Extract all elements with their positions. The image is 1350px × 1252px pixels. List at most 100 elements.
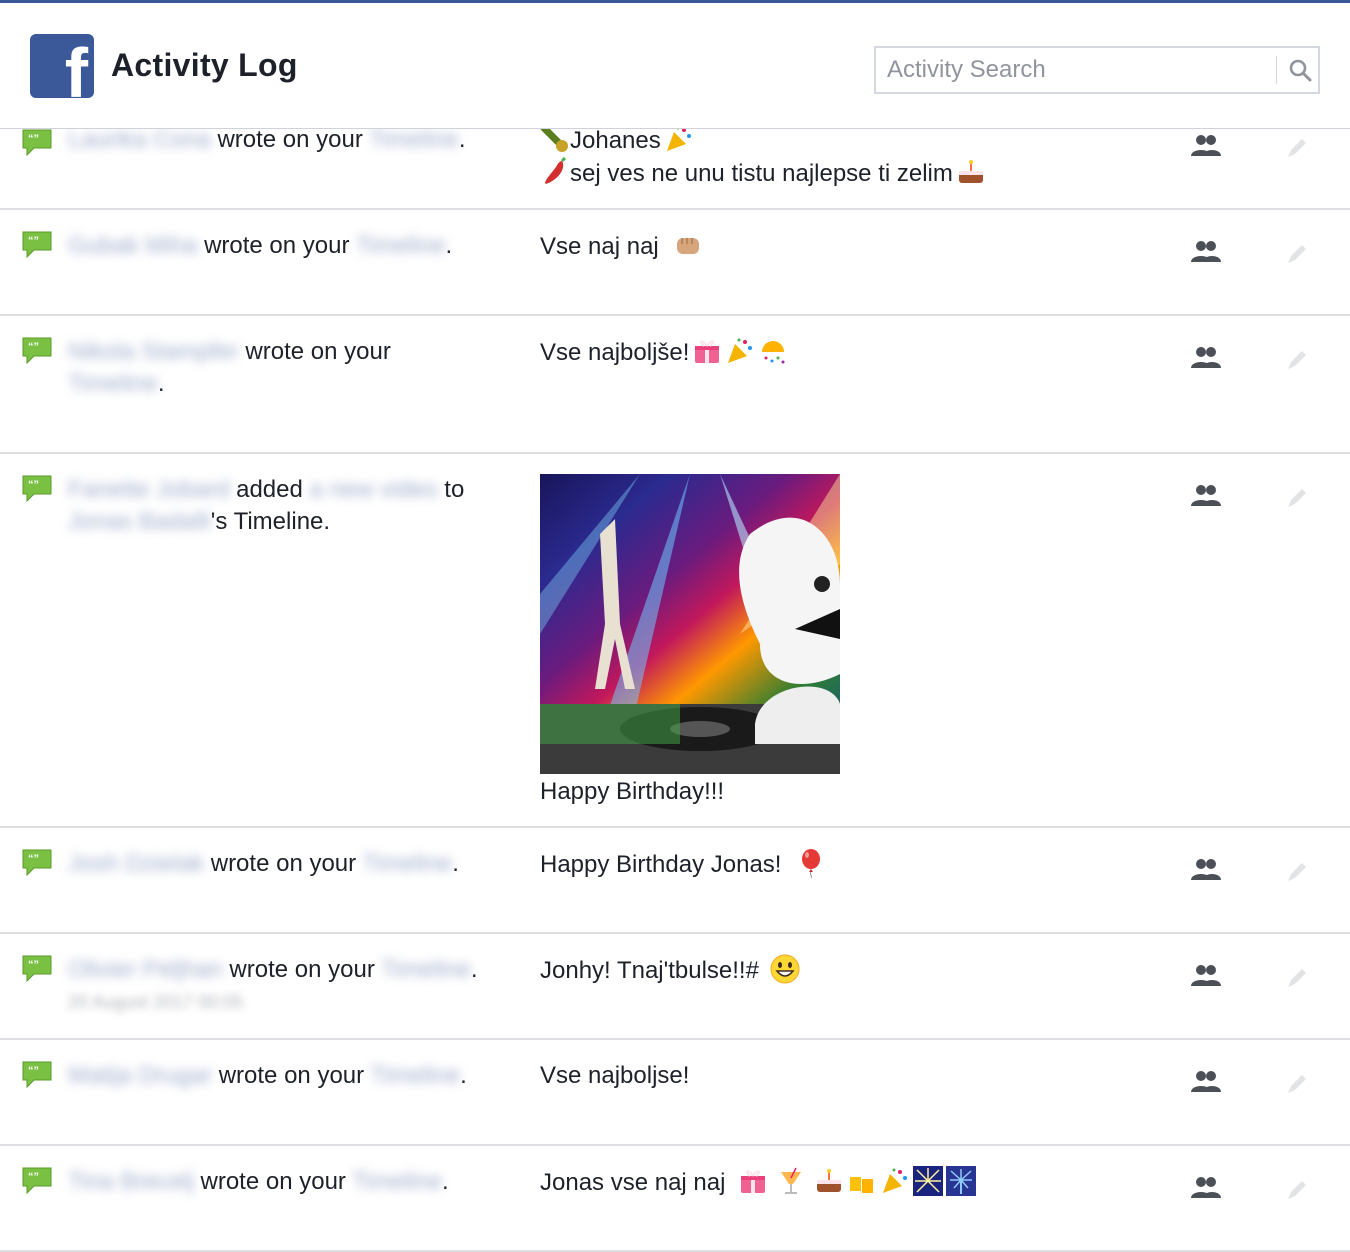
friends-icon[interactable] — [1191, 484, 1221, 506]
post-content: Vse naj naj — [540, 230, 1100, 263]
pencil-icon[interactable] — [1285, 860, 1309, 884]
story-description: Tina Brecelj wrote on your Timeline. — [68, 1166, 498, 1198]
post-content: Happy Birthday!!! — [540, 474, 1100, 808]
story-description: Nikola Stampfer wrote on your Timeline. — [68, 336, 413, 400]
list-item: “” Nikola Stampfer wrote on your Timelin… — [0, 316, 1350, 454]
pencil-icon[interactable] — [1285, 1072, 1309, 1096]
actor-link[interactable]: Josh Dzielak — [68, 850, 204, 877]
friends-icon[interactable] — [1191, 240, 1221, 262]
beer-mugs-emoji-icon — [850, 1173, 874, 1193]
content-text: Happy Birthday Jonas! — [540, 851, 782, 878]
speech-bubble-icon: “” — [22, 849, 52, 876]
friends-icon[interactable] — [1191, 858, 1221, 880]
action-text: wrote on your — [217, 126, 363, 153]
friends-icon[interactable] — [1191, 1070, 1221, 1092]
actor-link[interactable]: Olivier Peljhan — [68, 956, 223, 983]
gift-emoji-icon — [695, 340, 720, 363]
post-content: Johanes sej ves ne unu tistu najlepse ti… — [540, 124, 1100, 190]
suffix-text: . — [458, 126, 466, 153]
action-text: added — [236, 476, 303, 503]
action-text: wrote on your — [204, 232, 350, 259]
speech-bubble-icon: “” — [22, 475, 52, 502]
actor-link[interactable]: Nikola Stampfer — [68, 338, 239, 365]
timestamp[interactable]: 20 August 2017 00:05 — [68, 986, 498, 1018]
actor-link[interactable]: Laurika Cona — [68, 126, 211, 153]
timeline-link[interactable]: Timeline — [352, 1168, 442, 1195]
fist-emoji-icon — [677, 238, 700, 254]
suffix-text: 's Timeline. — [210, 508, 331, 535]
content-line: sej ves ne unu tistu najlepse ti zelim — [570, 160, 953, 187]
action-text: wrote on your — [200, 1168, 346, 1195]
svg-text:“”: “” — [28, 1065, 39, 1077]
post-content: Vse najboljše! — [540, 336, 1100, 369]
list-item: “” Olivier Peljhan wrote on your Timelin… — [0, 934, 1350, 1040]
content-text: Vse naj naj — [540, 233, 659, 260]
suffix-text: . — [460, 1062, 467, 1089]
search-input[interactable] — [876, 48, 1287, 92]
pencil-icon[interactable] — [1285, 486, 1309, 510]
speech-bubble-icon: “” — [22, 231, 52, 258]
story-description: Olivier Peljhan wrote on your Timeline. … — [68, 954, 498, 1018]
connector-text: to — [444, 476, 465, 503]
actor-link[interactable]: Gubak Miha — [68, 232, 197, 259]
speech-bubble-icon: “” — [22, 1061, 52, 1088]
post-content: Jonas vse naj naj — [540, 1166, 1100, 1199]
tropical-drink-emoji-icon — [781, 1167, 802, 1194]
fireworks-emoji-icon — [946, 1166, 977, 1196]
suffix-text: . — [470, 956, 478, 983]
birthday-cake-emoji-icon — [958, 160, 983, 183]
video-thumbnail[interactable] — [540, 474, 840, 774]
svg-text:“”: “” — [28, 959, 39, 971]
timeline-link[interactable]: Timeline — [381, 956, 471, 983]
timeline-link[interactable]: Timeline — [369, 126, 459, 153]
timeline-link[interactable]: Timeline — [68, 370, 158, 397]
story-description: Matija Drugar wrote on your Timeline. — [68, 1060, 498, 1092]
page-title: Activity Log — [111, 47, 298, 83]
actor-link[interactable]: Fanette Jobard — [68, 476, 229, 503]
story-description: Gubak Miha wrote on your Timeline. — [68, 230, 498, 262]
facebook-logo-icon[interactable]: f — [30, 34, 94, 98]
timeline-link[interactable]: Timeline — [356, 232, 446, 259]
suffix-text: . — [157, 370, 165, 397]
friends-icon[interactable] — [1191, 346, 1221, 368]
actor-link[interactable]: Matija Drugar — [68, 1062, 212, 1089]
pencil-icon[interactable] — [1285, 242, 1309, 266]
content-text: Vse najboljse! — [540, 1062, 690, 1089]
video-link[interactable]: a new video — [310, 476, 438, 503]
speech-bubble-icon: “” — [22, 337, 52, 364]
grinning-face-emoji-icon — [770, 954, 800, 984]
target-link[interactable]: Jonas Badalli — [68, 508, 211, 535]
speech-bubble-icon: “” — [22, 1167, 52, 1194]
list-item: “” Josh Dzielak wrote on your Timeline. … — [0, 828, 1350, 934]
svg-text:“”: “” — [28, 133, 39, 145]
friends-icon[interactable] — [1191, 134, 1221, 156]
story-description: Fanette Jobard added a new video to Jona… — [68, 474, 498, 538]
pencil-icon[interactable] — [1285, 966, 1309, 990]
birthday-cake-emoji-icon — [817, 1169, 842, 1192]
svg-text:“”: “” — [28, 853, 39, 865]
pencil-icon[interactable] — [1285, 136, 1309, 160]
suffix-text: . — [441, 1168, 449, 1195]
search-icon[interactable] — [1288, 58, 1312, 82]
balloon-emoji-icon — [802, 849, 821, 878]
speech-bubble-icon: “” — [22, 955, 52, 982]
actor-link[interactable]: Tina Brecelj — [68, 1168, 194, 1195]
friends-icon[interactable] — [1191, 964, 1221, 986]
content-text: Jonhy! Tnaj'tbulse!!# — [540, 957, 759, 984]
timeline-link[interactable]: Timeline — [370, 1062, 460, 1089]
list-item: “” Gubak Miha wrote on your Timeline. Vs… — [0, 210, 1350, 316]
chili-pepper-emoji-icon — [545, 157, 567, 184]
svg-text:“”: “” — [28, 1171, 39, 1183]
friends-icon[interactable] — [1191, 1176, 1221, 1198]
gift-emoji-icon — [741, 1170, 766, 1193]
pencil-icon[interactable] — [1285, 348, 1309, 372]
svg-text:“”: “” — [28, 479, 39, 491]
content-text: Vse najboljše! — [540, 339, 690, 366]
timeline-link[interactable]: Timeline — [362, 850, 452, 877]
party-popper-emoji-icon — [728, 338, 753, 363]
list-item: “” Tina Brecelj wrote on your Timeline. … — [0, 1146, 1350, 1252]
content-text: Jonas vse naj naj — [540, 1169, 726, 1196]
svg-text:“”: “” — [28, 341, 39, 353]
pencil-icon[interactable] — [1285, 1178, 1309, 1202]
video-caption: Happy Birthday!!! — [540, 778, 725, 805]
